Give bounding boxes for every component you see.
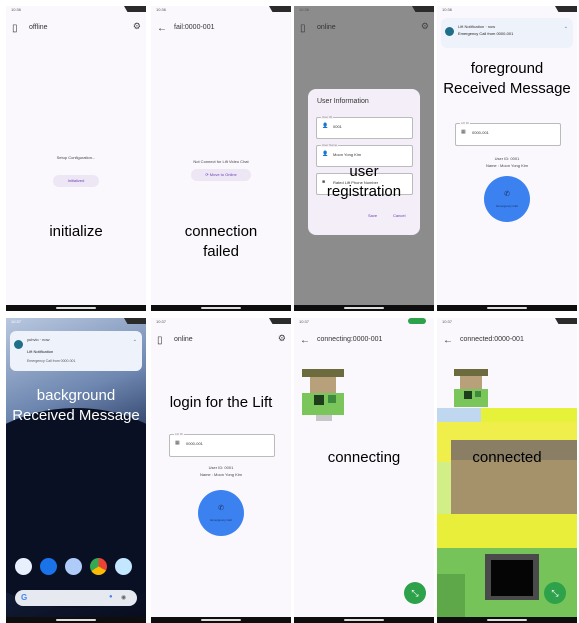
person-icon: 👤 — [322, 151, 329, 157]
screen-initialize: 10:36 ▯ offline ⚙ Setup Configuration...… — [6, 6, 146, 311]
user-name-text: Name : Moon Yong Kim — [199, 472, 243, 477]
caption: connected — [472, 449, 542, 466]
screen-foreground-message: 10:36 Lift Notification · now Emergency … — [437, 6, 577, 311]
initialize-button[interactable]: Initialized — [53, 175, 99, 187]
end-call-button[interactable]: ⤡ — [544, 582, 566, 604]
nav-bar — [151, 617, 291, 623]
user-id-text: User ID: 0001 — [208, 465, 234, 470]
emergency-call-button[interactable]: ✆ Emergency Call — [484, 176, 530, 222]
nav-bar — [151, 305, 291, 311]
app-bar-title: connected:0000-001 — [460, 336, 524, 343]
caption: login for the Lift — [169, 394, 273, 411]
cancel-button[interactable]: Cancel — [393, 213, 405, 218]
status-text: Setup Configuration... — [56, 155, 96, 160]
screen-connection-failed: 10:36 ← fail:0000-001 Not Connect for Li… — [151, 6, 291, 311]
call-indicator — [408, 318, 426, 324]
caption: initialize — [49, 223, 103, 240]
lift-id-field[interactable]: Lift ID ▦ 0000-001 — [169, 432, 275, 457]
screen-login-lift: 10:37 ▯ online ⚙ login for the Lift Lift… — [151, 318, 291, 623]
app-bar: ▯ online ⚙ — [294, 14, 434, 40]
heads-up-notification[interactable]: Lift Notification · now Emergency Call f… — [441, 18, 573, 48]
user-id-text: User ID: 0001 — [494, 156, 520, 161]
app-bar-title: fail:0000-001 — [174, 24, 215, 31]
end-call-button[interactable]: ⤡ — [404, 582, 426, 604]
screen-connected: 10:37 ← connected:0000-001 connected ⤡ — [437, 318, 577, 623]
gear-icon[interactable]: ⚙ — [133, 21, 141, 32]
local-video-preview — [302, 369, 344, 421]
debug-banner — [555, 6, 577, 12]
share-app-icon[interactable] — [65, 558, 82, 575]
save-button[interactable]: Save — [368, 213, 377, 218]
status-text: Not Connect for Lift Video Chat — [193, 159, 249, 164]
caption: connection failed — [184, 223, 258, 260]
local-video-preview — [454, 369, 488, 413]
grid-icon: ▦ — [461, 129, 466, 135]
screen-connecting: 10:37 ← connecting:0000-001 connecting ⤡ — [294, 318, 434, 623]
nav-bar — [294, 305, 434, 311]
user-name-text: Name : Moon Yong Kim — [485, 163, 529, 168]
emergency-call-button[interactable]: ✆ Emergency Call — [198, 490, 244, 536]
nav-bar — [6, 305, 146, 311]
call-end-icon: ⤡ — [411, 588, 419, 598]
app-bar: ← fail:0000-001 — [151, 14, 291, 40]
person-icon: 👤 — [322, 123, 329, 129]
phone-icon: ✆ — [504, 191, 510, 198]
phone-icon: ▯ — [300, 23, 306, 34]
screen-user-registration: 10:36 ▯ online ⚙ User Information User I… — [294, 6, 434, 311]
caption: connecting — [327, 449, 401, 466]
debug-banner — [269, 318, 291, 324]
nav-bar — [6, 617, 146, 623]
chrome-app-icon[interactable] — [90, 558, 107, 575]
phone-app-icon[interactable] — [15, 558, 32, 575]
dialog-title: User Information — [317, 98, 369, 105]
app-bar-title: online — [174, 336, 193, 343]
google-search-bar[interactable]: G ● ◉ — [15, 590, 137, 606]
app-bar-title: offline — [29, 24, 48, 31]
move-online-button[interactable]: ⟳ Move to Online — [191, 169, 251, 181]
phone-icon: ▯ — [157, 335, 163, 346]
debug-banner — [124, 318, 146, 324]
nav-bar — [437, 617, 577, 623]
debug-banner — [412, 6, 434, 12]
debug-banner — [124, 6, 146, 12]
nav-bar — [437, 305, 577, 311]
gear-icon[interactable]: ⚙ — [278, 333, 286, 344]
app-bar-title: connecting:0000-001 — [317, 336, 383, 343]
caption: foreground Received Message — [443, 60, 571, 97]
app-bar: ▯ online ⚙ — [151, 326, 291, 352]
lift-id-field[interactable]: Lift ID ▦ 0000-001 — [455, 121, 561, 146]
wallpaper-wave — [6, 408, 146, 608]
screen-background-message: 10:37 yuhvlo · now Lift Notification Eme… — [6, 318, 146, 623]
nav-bar — [294, 617, 434, 623]
camera-app-icon[interactable] — [115, 558, 132, 575]
debug-banner — [269, 6, 291, 12]
google-logo: G — [21, 593, 28, 602]
back-arrow-icon[interactable]: ← — [443, 335, 453, 346]
app-bar: ← connected:0000-001 — [437, 326, 577, 352]
grid-icon: ▦ — [175, 440, 180, 446]
caption: user registration — [326, 163, 402, 200]
mic-icon[interactable]: ● — [109, 594, 113, 600]
user-id-field[interactable]: User ID 👤 0001 — [316, 115, 413, 139]
app-bar: ← connecting:0000-001 — [294, 326, 434, 352]
lens-icon[interactable]: ◉ — [121, 594, 126, 601]
chevron-down-icon[interactable]: ⌄ — [133, 337, 137, 343]
call-end-icon: ⤡ — [551, 588, 559, 598]
chevron-down-icon[interactable]: ⌄ — [564, 24, 568, 30]
app-bar: ▯ offline ⚙ — [6, 14, 146, 40]
back-arrow-icon[interactable]: ← — [157, 23, 167, 34]
phone-icon: ✆ — [218, 505, 224, 512]
messages-app-icon[interactable] — [40, 558, 57, 575]
app-icon — [14, 340, 23, 349]
app-icon — [445, 27, 454, 36]
caption: background Received Message — [12, 387, 140, 424]
heads-up-notification[interactable]: yuhvlo · now Lift Notification Emergency… — [10, 331, 142, 371]
phone-icon: ▯ — [12, 23, 18, 34]
debug-banner — [555, 318, 577, 324]
back-arrow-icon[interactable]: ← — [300, 335, 310, 346]
app-bar-title: online — [317, 24, 336, 31]
gear-icon[interactable]: ⚙ — [421, 21, 429, 32]
